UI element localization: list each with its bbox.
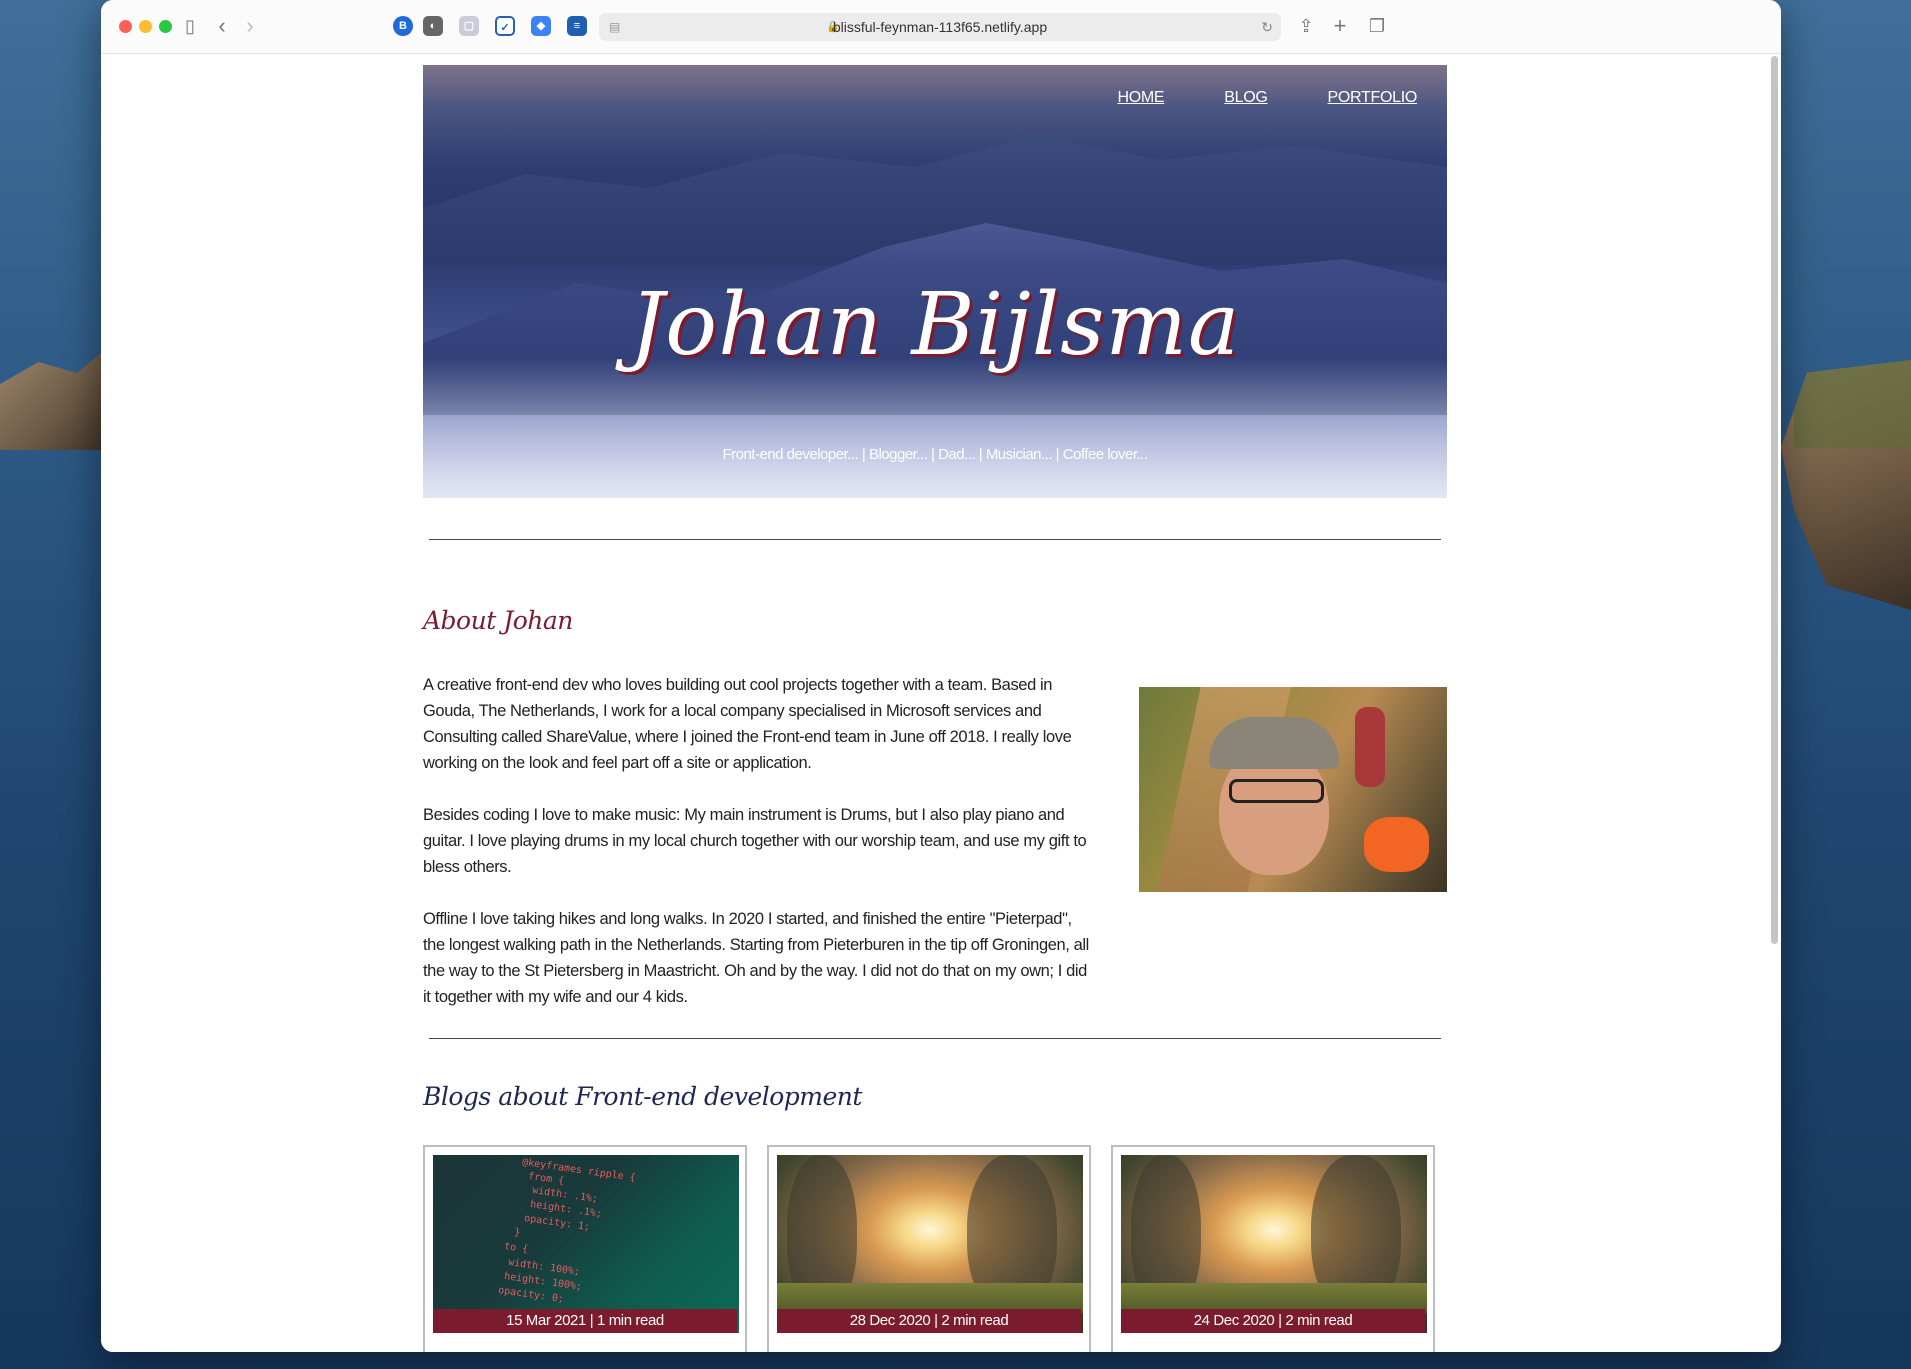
about-heading: About Johan <box>423 606 573 635</box>
scrollbar-thumb[interactable] <box>1771 56 1778 944</box>
nav-blog-link[interactable]: BLOG <box>1224 89 1268 107</box>
desktop-background-cliff <box>0 345 110 450</box>
bitwarden-icon[interactable]: ◆ <box>531 16 551 36</box>
minimize-window-button[interactable] <box>139 20 152 33</box>
url-text: blissful-feynman-113f65.netlify.app <box>832 19 1048 35</box>
scrollbar[interactable] <box>1767 54 1781 1352</box>
blog-thumbnail <box>1121 1155 1427 1333</box>
about-paragraph: Offline I love taking hikes and long wal… <box>423 910 1089 1006</box>
blogs-heading: Blogs about Front-end development <box>423 1082 862 1111</box>
photo-helmet <box>1364 817 1429 872</box>
main-nav: HOME BLOG PORTFOLIO <box>1117 89 1417 107</box>
site-tagline: Front-end developer... | Blogger... | Da… <box>722 446 1148 463</box>
photo-cap <box>1209 717 1339 769</box>
blog-thumbnail <box>777 1155 1083 1333</box>
code-line: to { <box>503 1241 529 1256</box>
tab-overview-icon[interactable]: ❐ <box>1365 14 1389 38</box>
close-window-button[interactable] <box>119 20 132 33</box>
extension-shield-icon[interactable]: ◐ <box>423 16 443 36</box>
address-bar[interactable]: ▤ 🔒 blissful-feynman-113f65.netlify.app … <box>599 13 1281 41</box>
blog-card[interactable]: 28 Dec 2020 | 2 min read <box>767 1145 1091 1352</box>
blog-card-meta: 24 Dec 2020 | 2 min read <box>1121 1309 1425 1333</box>
desktop-background-cliff <box>1781 360 1911 610</box>
zoom-window-button[interactable] <box>159 20 172 33</box>
share-icon[interactable]: ⇪ <box>1294 14 1318 38</box>
blog-card[interactable]: @keyframes ripple { from { width: .1%; h… <box>423 1145 747 1352</box>
photo-glasses <box>1229 779 1324 803</box>
code-line: } <box>513 1227 521 1239</box>
extension-clipboard-icon[interactable]: ▢ <box>459 16 479 36</box>
pocket-icon[interactable]: ✓ <box>495 16 515 36</box>
blog-card-meta: 28 Dec 2020 | 2 min read <box>777 1309 1081 1333</box>
blog-thumbnail: @keyframes ripple { from { width: .1%; h… <box>433 1155 739 1333</box>
browser-toolbar: ▯ ‹ › B ◐ ▢ ✓ ◆ ≡ ▤ 🔒 blissful-feynman-1… <box>101 0 1781 54</box>
site-title: Johan Bijlsma <box>629 275 1241 375</box>
page-content[interactable]: HOME BLOG PORTFOLIO Johan Bijlsma Front-… <box>101 54 1781 1352</box>
about-paragraph: A creative front-end dev who loves build… <box>423 676 1072 772</box>
new-tab-icon[interactable]: + <box>1328 14 1352 38</box>
blog-card-meta: 15 Mar 2021 | 1 min read <box>433 1309 737 1333</box>
reload-icon[interactable]: ↻ <box>1261 13 1273 41</box>
about-text: A creative front-end dev who loves build… <box>423 672 1091 1036</box>
about-paragraph: Besides coding I love to make music: My … <box>423 806 1087 876</box>
extension-list-icon[interactable]: ≡ <box>567 16 587 36</box>
photo-hiker <box>1355 707 1385 787</box>
hero-banner: HOME BLOG PORTFOLIO Johan Bijlsma Front-… <box>423 65 1447 498</box>
blog-card[interactable]: 24 Dec 2020 | 2 min read <box>1111 1145 1435 1352</box>
section-divider <box>429 539 1441 540</box>
extension-bookmark-icon[interactable]: B <box>393 16 413 36</box>
snow-foreground <box>423 358 1447 498</box>
sidebar-toggle-icon[interactable]: ▯ <box>178 14 202 38</box>
nav-portfolio-link[interactable]: PORTFOLIO <box>1328 89 1418 107</box>
section-divider <box>429 1038 1441 1039</box>
forward-icon[interactable]: › <box>238 14 262 38</box>
browser-window: ▯ ‹ › B ◐ ▢ ✓ ◆ ≡ ▤ 🔒 blissful-feynman-1… <box>101 0 1781 1352</box>
blog-card-list: @keyframes ripple { from { width: .1%; h… <box>423 1145 1435 1352</box>
back-icon[interactable]: ‹ <box>210 14 234 38</box>
profile-photo <box>1139 687 1447 892</box>
nav-home-link[interactable]: HOME <box>1117 89 1164 107</box>
